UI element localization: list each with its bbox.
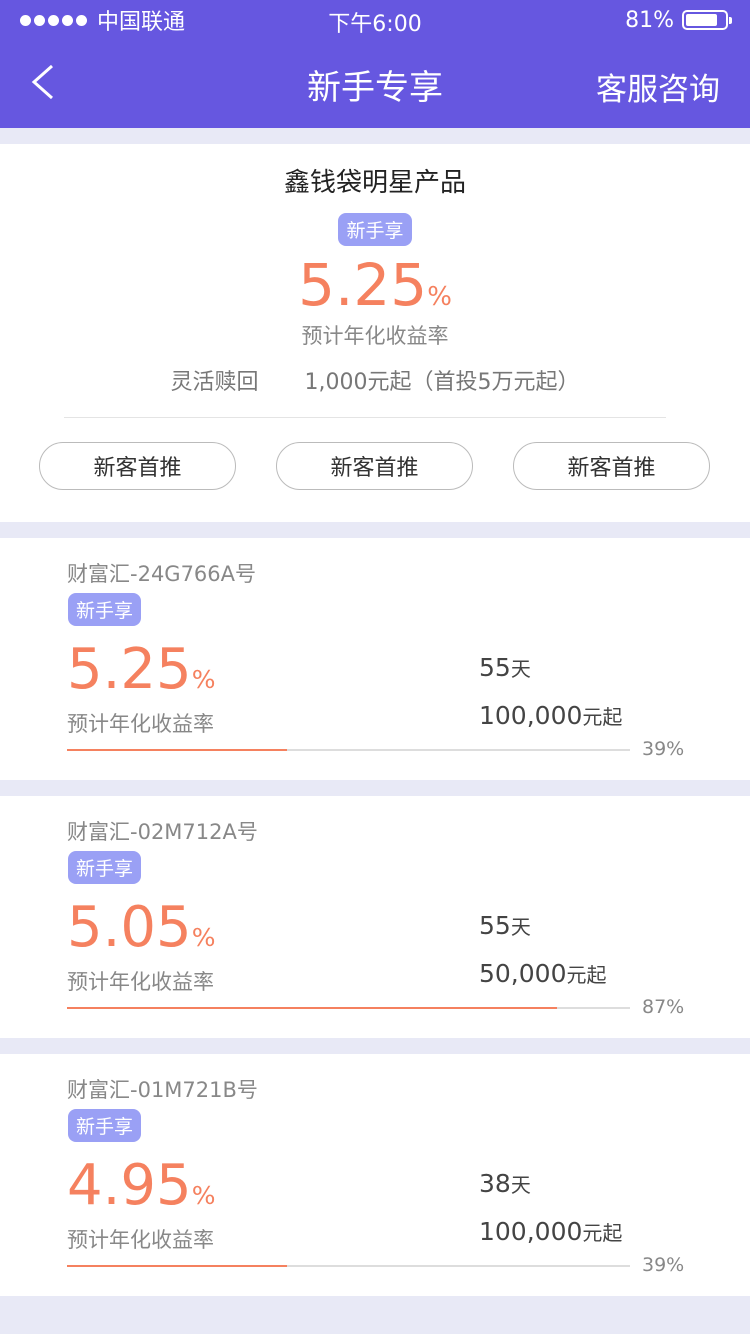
- featured-rate: 5.25%: [0, 256, 750, 314]
- product-term-unit: 天: [510, 915, 531, 939]
- product-rate-label: 预计年化收益率: [67, 1228, 214, 1252]
- newbie-tag: 新手享: [338, 213, 412, 246]
- recommend-button-2[interactable]: 新客首推: [276, 442, 473, 490]
- featured-product-name: 鑫钱袋明星产品: [283, 168, 466, 198]
- featured-info: 灵活赎回 1,000元起（首投5万元起）: [0, 364, 750, 396]
- product-min-amount-unit: 元起: [582, 705, 623, 729]
- product-rate-unit: %: [191, 665, 216, 694]
- featured-buttons: 新客首推 新客首推 新客首推: [39, 442, 710, 490]
- battery-icon: [682, 10, 732, 30]
- product-term-value: 38: [479, 1169, 511, 1198]
- progress-percent: 87%: [642, 996, 685, 1018]
- product-rate: 5.05%: [67, 900, 215, 956]
- progress-fill: [67, 1007, 557, 1009]
- product-min-amount: 100,000元起: [479, 701, 622, 730]
- product-name: 财富汇-24G766A号: [67, 562, 257, 586]
- featured-rate-value: 5.25: [298, 251, 428, 319]
- progress-fill: [67, 1265, 287, 1267]
- progress-bar: [67, 1007, 630, 1009]
- product-term-value: 55: [479, 653, 511, 682]
- featured-rate-unit: %: [427, 282, 452, 312]
- product-rate-value: 4.95: [67, 1153, 192, 1218]
- product-name: 财富汇-02M712A号: [67, 820, 258, 844]
- progress-percent: 39%: [642, 738, 685, 760]
- product-card[interactable]: 财富汇-24G766A号 新手享 5.25% 预计年化收益率 55天 100,0…: [0, 538, 750, 780]
- redeem-label: 灵活赎回: [170, 370, 259, 395]
- battery-percent: 81%: [625, 7, 674, 33]
- product-min-amount: 50,000元起: [479, 959, 606, 988]
- status-bar: 中国联通 下午6:00 81%: [0, 0, 750, 40]
- product-rate: 4.95%: [67, 1158, 215, 1214]
- recommend-button-1[interactable]: 新客首推: [39, 442, 236, 490]
- divider: [64, 417, 666, 418]
- featured-rate-label: 预计年化收益率: [301, 324, 449, 348]
- product-term: 38天: [479, 1169, 531, 1198]
- nav-bar: 新手专享 客服咨询: [0, 40, 750, 128]
- app-header: 中国联通 下午6:00 81% 新手专享 客服咨询: [0, 0, 750, 128]
- product-min-amount-value: 100,000: [479, 701, 583, 730]
- newbie-tag: 新手享: [68, 593, 142, 626]
- back-arrow-icon[interactable]: [26, 62, 66, 102]
- product-rate-value: 5.05: [67, 895, 192, 960]
- product-rate-value: 5.25: [67, 637, 192, 702]
- signal-icon: [20, 14, 87, 26]
- product-rate: 5.25%: [67, 642, 215, 698]
- product-term-unit: 天: [510, 1173, 531, 1197]
- progress-bar: [67, 1265, 630, 1267]
- product-min-amount-unit: 元起: [582, 1221, 623, 1245]
- progress-fill: [67, 749, 287, 751]
- product-rate-unit: %: [191, 1181, 216, 1210]
- product-rate-label: 预计年化收益率: [67, 970, 214, 994]
- newbie-tag: 新手享: [68, 851, 142, 884]
- product-min-amount-unit: 元起: [566, 963, 607, 987]
- product-term: 55天: [479, 653, 531, 682]
- progress-bar: [67, 749, 630, 751]
- progress-percent: 39%: [642, 1254, 685, 1276]
- product-term-value: 55: [479, 911, 511, 940]
- product-card[interactable]: 财富汇-02M712A号 新手享 5.05% 预计年化收益率 55天 50,00…: [0, 796, 750, 1038]
- product-card[interactable]: 财富汇-01M721B号 新手享 4.95% 预计年化收益率 38天 100,0…: [0, 1054, 750, 1296]
- product-min-amount: 100,000元起: [479, 1217, 622, 1246]
- product-min-amount-value: 100,000: [479, 1217, 583, 1246]
- product-term: 55天: [479, 911, 531, 940]
- carrier-label: 中国联通: [97, 10, 186, 35]
- product-name: 财富汇-01M721B号: [67, 1078, 258, 1102]
- min-invest-label: 1,000元起（首投5万元起）: [304, 370, 580, 395]
- newbie-tag: 新手享: [68, 1109, 142, 1142]
- customer-service-button[interactable]: 客服咨询: [596, 64, 720, 109]
- product-rate-label: 预计年化收益率: [67, 712, 214, 736]
- recommend-button-3[interactable]: 新客首推: [513, 442, 710, 490]
- product-min-amount-value: 50,000: [479, 959, 567, 988]
- product-term-unit: 天: [510, 657, 531, 681]
- product-rate-unit: %: [191, 923, 216, 952]
